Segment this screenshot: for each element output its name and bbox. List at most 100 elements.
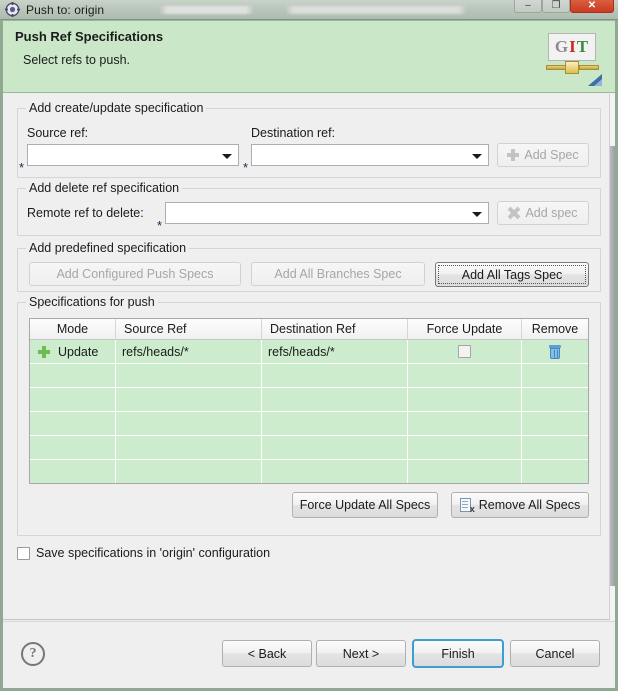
cell-empty — [30, 436, 116, 459]
cell-destination-ref: refs/heads/* — [262, 340, 408, 363]
close-icon: ✕ — [587, 0, 597, 11]
cell-source-ref: refs/heads/* — [116, 340, 262, 363]
add-spec-button[interactable]: Add Spec — [497, 143, 589, 167]
cell-remove[interactable] — [522, 340, 588, 363]
destination-ref-required-marker: * — [243, 160, 249, 175]
git-logo-bar-right — [579, 65, 599, 70]
specs-table-header: Mode Source Ref Destination Ref Force Up… — [30, 319, 588, 340]
git-logo-icon: GIT — [546, 31, 602, 86]
back-button-label: < Back — [247, 646, 287, 661]
cell-empty — [30, 364, 116, 387]
column-header-force-update[interactable]: Force Update — [408, 319, 522, 339]
dialog-content: Add create/update specification Source r… — [3, 94, 615, 620]
git-logo-knob — [565, 61, 579, 74]
git-logo-letter-i: I — [569, 37, 577, 56]
vertical-scrollbar[interactable] — [609, 94, 615, 620]
scrollbar-thumb[interactable] — [610, 146, 615, 586]
table-row[interactable] — [30, 388, 588, 412]
source-ref-combo[interactable] — [27, 144, 239, 166]
cell-empty — [522, 364, 588, 387]
table-row[interactable]: Update refs/heads/* refs/heads/* — [30, 340, 588, 364]
minimize-button[interactable]: – — [514, 0, 542, 13]
force-update-all-specs-button[interactable]: Force Update All Specs — [292, 492, 438, 518]
finish-button-label: Finish — [441, 646, 475, 661]
maximize-button[interactable]: ❐ — [542, 0, 570, 13]
add-configured-push-specs-button[interactable]: Add Configured Push Specs — [29, 262, 241, 286]
delete-ref-group-label: Add delete ref specification — [26, 181, 183, 195]
force-update-checkbox[interactable] — [458, 345, 471, 358]
next-button[interactable]: Next > — [316, 640, 406, 667]
maximize-icon: ❐ — [551, 0, 561, 11]
help-button[interactable]: ? — [21, 642, 45, 666]
add-all-branches-spec-label: Add All Branches Spec — [274, 267, 402, 281]
window-controls: – ❐ ✕ — [514, 0, 614, 19]
cell-empty — [262, 412, 408, 435]
table-row[interactable] — [30, 460, 588, 483]
page-subtitle: Select refs to push. — [23, 53, 131, 67]
cell-empty — [116, 412, 262, 435]
next-button-label: Next > — [342, 646, 380, 661]
table-row[interactable] — [30, 364, 588, 388]
cell-empty — [30, 460, 116, 483]
column-header-source-ref[interactable]: Source Ref — [116, 319, 262, 339]
cell-empty — [408, 436, 522, 459]
save-specs-label: Save specifications in 'origin' configur… — [36, 546, 271, 560]
cell-empty — [30, 388, 116, 411]
git-repo-icon — [5, 2, 20, 17]
cell-empty — [522, 436, 588, 459]
column-header-mode[interactable]: Mode — [30, 319, 116, 339]
close-button[interactable]: ✕ — [570, 0, 614, 13]
back-button[interactable]: < Back — [222, 640, 312, 667]
cell-empty — [522, 388, 588, 411]
cell-empty — [522, 460, 588, 483]
cancel-button-label: Cancel — [535, 646, 575, 661]
force-update-all-specs-label: Force Update All Specs — [299, 498, 431, 512]
column-header-remove[interactable]: Remove — [522, 319, 588, 339]
save-specs-checkbox[interactable] — [17, 546, 30, 560]
git-logo-letter-g: G — [554, 37, 570, 56]
add-configured-push-specs-label: Add Configured Push Specs — [56, 267, 214, 281]
cell-empty — [522, 412, 588, 435]
git-logo-letter-t: T — [576, 37, 590, 56]
cancel-button[interactable]: Cancel — [510, 640, 600, 667]
add-all-tags-spec-button[interactable]: Add All Tags Spec — [435, 262, 589, 287]
title-bar: Push to: origin – ❐ ✕ — [0, 0, 618, 20]
git-logo-arrow-highlight — [594, 79, 602, 86]
table-row[interactable] — [30, 436, 588, 460]
specs-group-label: Specifications for push — [26, 295, 158, 309]
cell-empty — [408, 364, 522, 387]
plus-icon — [507, 149, 520, 161]
cell-empty — [262, 388, 408, 411]
add-all-tags-spec-label: Add All Tags Spec — [461, 267, 563, 282]
cell-empty — [116, 460, 262, 483]
add-all-branches-spec-button[interactable]: Add All Branches Spec — [251, 262, 425, 286]
cell-empty — [262, 460, 408, 483]
remove-all-specs-button[interactable]: x Remove All Specs — [451, 492, 589, 518]
table-row[interactable] — [30, 412, 588, 436]
column-header-destination-ref[interactable]: Destination Ref — [262, 319, 408, 339]
cell-empty — [262, 364, 408, 387]
x-icon — [508, 206, 521, 220]
trash-icon[interactable] — [549, 344, 561, 359]
add-delete-spec-button[interactable]: Add spec — [497, 201, 589, 225]
cell-empty — [116, 388, 262, 411]
destination-ref-label: Destination ref: — [251, 126, 336, 140]
destination-ref-combo[interactable] — [251, 144, 489, 166]
cell-empty — [262, 436, 408, 459]
chevron-down-icon — [472, 212, 482, 217]
save-specs-row[interactable]: Save specifications in 'origin' configur… — [17, 546, 270, 560]
minimize-icon: – — [525, 0, 531, 11]
cell-force-update[interactable] — [408, 340, 522, 363]
chevron-down-icon — [472, 154, 482, 159]
page-title: Push Ref Specifications — [15, 29, 164, 44]
document-remove-icon: x — [459, 497, 475, 513]
specs-table[interactable]: Mode Source Ref Destination Ref Force Up… — [29, 318, 589, 484]
cell-empty — [408, 412, 522, 435]
cell-empty — [116, 436, 262, 459]
finish-button[interactable]: Finish — [412, 639, 504, 668]
cell-mode-label: Update — [58, 344, 99, 359]
cell-empty — [30, 412, 116, 435]
cell-mode: Update — [30, 340, 116, 363]
remote-ref-combo[interactable] — [165, 202, 489, 224]
git-logo-plate: GIT — [548, 33, 596, 61]
